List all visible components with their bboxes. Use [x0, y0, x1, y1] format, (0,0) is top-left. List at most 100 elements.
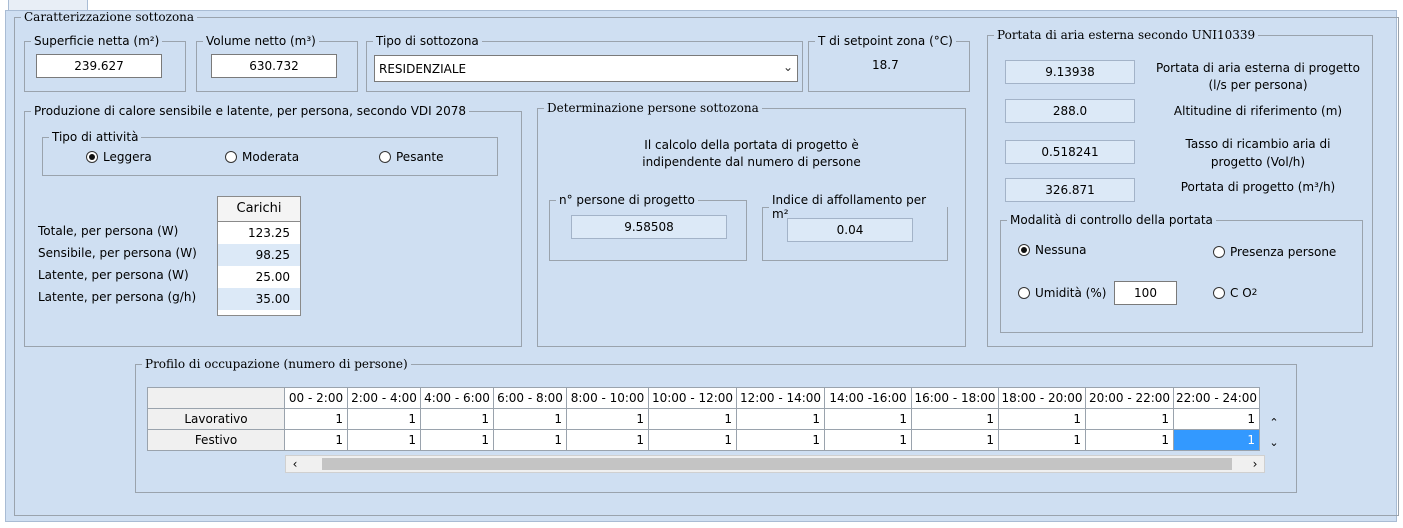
portata-progetto-value: 326.871 [1005, 178, 1135, 202]
table-cell[interactable]: 1 [1085, 408, 1174, 430]
produzione-title: Produzione di calore sensibile e latente… [34, 104, 467, 118]
col-header: 20:00 - 22:00 [1085, 387, 1174, 409]
setpoint-label: T di setpoint zona (°C) [818, 34, 953, 48]
table-cell[interactable]: 1 [420, 408, 494, 430]
row-label-latente-w: Latente, per persona (W) [38, 268, 189, 282]
row-label-sensibile: Sensibile, per persona (W) [38, 246, 197, 260]
superficie-label: Superficie netta (m²) [34, 34, 160, 48]
table-cell[interactable]: 1 [998, 429, 1086, 451]
profilo-table: 00 - 2:00 2:00 - 4:00 4:00 - 6:00 6:00 -… [147, 387, 1260, 451]
row-header-festivo: Festivo [147, 429, 285, 451]
portata-aria-esterna-value: 9.13938 [1005, 60, 1135, 84]
radio-leggera[interactable]: Leggera [86, 150, 152, 164]
scrollbar-thumb[interactable] [322, 458, 1232, 470]
carichi-table: Carichi 123.25 98.25 25.00 35.00 [217, 196, 301, 316]
radio-leggera-dot[interactable] [86, 151, 98, 163]
determinazione-note-1: Il calcolo della portata di progetto è [644, 138, 859, 152]
persone-value: 9.58508 [571, 215, 727, 239]
umidita-input[interactable]: 100 [1114, 281, 1177, 305]
col-header: 18:00 - 20:00 [998, 387, 1086, 409]
volume-input[interactable]: 630.732 [211, 54, 337, 78]
portata-title: Portata di aria esterna secondo UNI10339 [997, 28, 1256, 42]
radio-co2[interactable]: C O2 [1213, 286, 1257, 300]
ricambio-label-1: Tasso di ricambio aria di [1185, 137, 1331, 151]
radio-moderata-dot[interactable] [225, 151, 237, 163]
determinazione-note-2: indipendente dal numero di persone [642, 155, 861, 169]
row-label-totale: Totale, per persona (W) [38, 224, 179, 238]
table-cell[interactable]: 1 [420, 429, 494, 451]
table-cell[interactable]: 1 [998, 408, 1086, 430]
col-header: 8:00 - 10:00 [566, 387, 649, 409]
radio-pesante-label: Pesante [396, 150, 444, 164]
table-header-row: 00 - 2:00 2:00 - 4:00 4:00 - 6:00 6:00 -… [147, 387, 1260, 409]
carichi-header: Carichi [218, 197, 300, 222]
radio-nessuna-dot[interactable] [1018, 244, 1030, 256]
scroll-down-icon[interactable]: ⌄ [1266, 434, 1282, 452]
radio-presenza[interactable]: Presenza persone [1213, 245, 1336, 259]
table-cell[interactable]: 1 [347, 408, 421, 430]
scroll-up-icon[interactable]: ⌃ [1266, 414, 1282, 432]
controllo-title: Modalità di controllo della portata [1010, 213, 1213, 227]
table-cell[interactable]: 1 [347, 429, 421, 451]
table-cell[interactable]: 1 [911, 408, 999, 430]
radio-co2-dot[interactable] [1213, 287, 1225, 299]
table-cell[interactable]: 1 [1173, 408, 1260, 430]
ricambio-value: 0.518241 [1005, 140, 1135, 164]
radio-presenza-dot[interactable] [1213, 246, 1225, 258]
chevron-down-icon[interactable]: ⌄ [783, 60, 793, 74]
indice-label: Indice di affollamento per m² [772, 193, 927, 221]
radio-presenza-label: Presenza persone [1230, 245, 1337, 259]
table-row: Festivo 1 1 1 1 1 1 1 1 1 1 1 1 [147, 429, 1260, 451]
ricambio-label-2: progetto (Vol/h) [1210, 155, 1306, 169]
radio-co2-sub: 2 [1251, 288, 1258, 298]
table-cell[interactable]: 1 [493, 429, 567, 451]
superficie-input[interactable]: 239.627 [36, 54, 162, 78]
table-cell[interactable]: 1 [824, 429, 912, 451]
table-cell[interactable]: 1 [736, 429, 825, 451]
table-cell-selected[interactable]: 1 [1173, 429, 1260, 451]
col-header: 16:00 - 18:00 [911, 387, 999, 409]
radio-co2-label: C O [1230, 286, 1252, 300]
tipo-sottozona-select[interactable]: RESIDENZIALE ⌄ [374, 55, 798, 82]
radio-moderata[interactable]: Moderata [225, 150, 299, 164]
radio-umidita-label: Umidità (%) [1035, 286, 1107, 300]
radio-pesante[interactable]: Pesante [379, 150, 444, 164]
table-cell[interactable]: 1 [284, 429, 348, 451]
table-row: Lavorativo 1 1 1 1 1 1 1 1 1 1 1 1 [147, 408, 1260, 430]
col-header: 4:00 - 6:00 [420, 387, 494, 409]
table-cell[interactable]: 1 [648, 408, 737, 430]
profilo-title: Profilo di occupazione (numero di person… [145, 357, 408, 371]
carichi-cell-latente-w[interactable]: 25.00 [218, 266, 300, 288]
indice-value: 0.04 [787, 218, 913, 242]
table-cell[interactable]: 1 [566, 408, 649, 430]
table-cell[interactable]: 1 [824, 408, 912, 430]
col-header: 6:00 - 8:00 [493, 387, 567, 409]
horizontal-scrollbar[interactable]: ‹ › [285, 455, 1265, 473]
table-cell[interactable]: 1 [493, 408, 567, 430]
table-corner [147, 387, 285, 409]
col-header: 10:00 - 12:00 [648, 387, 737, 409]
radio-pesante-dot[interactable] [379, 151, 391, 163]
radio-umidita-dot[interactable] [1018, 287, 1030, 299]
radio-umidita[interactable]: Umidità (%) [1018, 286, 1106, 300]
table-cell[interactable]: 1 [1085, 429, 1174, 451]
row-label-latente-gh: Latente, per persona (g/h) [38, 290, 197, 304]
table-cell[interactable]: 1 [736, 408, 825, 430]
table-cell[interactable]: 1 [911, 429, 999, 451]
carichi-cell-totale[interactable]: 123.25 [218, 222, 300, 244]
scroll-right-icon[interactable]: › [1248, 456, 1262, 472]
col-header: 12:00 - 14:00 [736, 387, 825, 409]
tipo-sottozona-value: RESIDENZIALE [379, 62, 467, 76]
row-header-lavorativo: Lavorativo [147, 408, 285, 430]
scroll-left-icon[interactable]: ‹ [288, 456, 302, 472]
table-cell[interactable]: 1 [566, 429, 649, 451]
col-header: 2:00 - 4:00 [347, 387, 421, 409]
table-cell[interactable]: 1 [648, 429, 737, 451]
radio-leggera-label: Leggera [103, 150, 152, 164]
determinazione-title: Determinazione persone sottozona [547, 101, 759, 115]
radio-nessuna[interactable]: Nessuna [1018, 243, 1086, 257]
carichi-cell-latente-gh: 35.00 [218, 288, 300, 310]
radio-moderata-label: Moderata [242, 150, 300, 164]
table-cell[interactable]: 1 [284, 408, 348, 430]
col-header: 14:00 -16:00 [824, 387, 912, 409]
